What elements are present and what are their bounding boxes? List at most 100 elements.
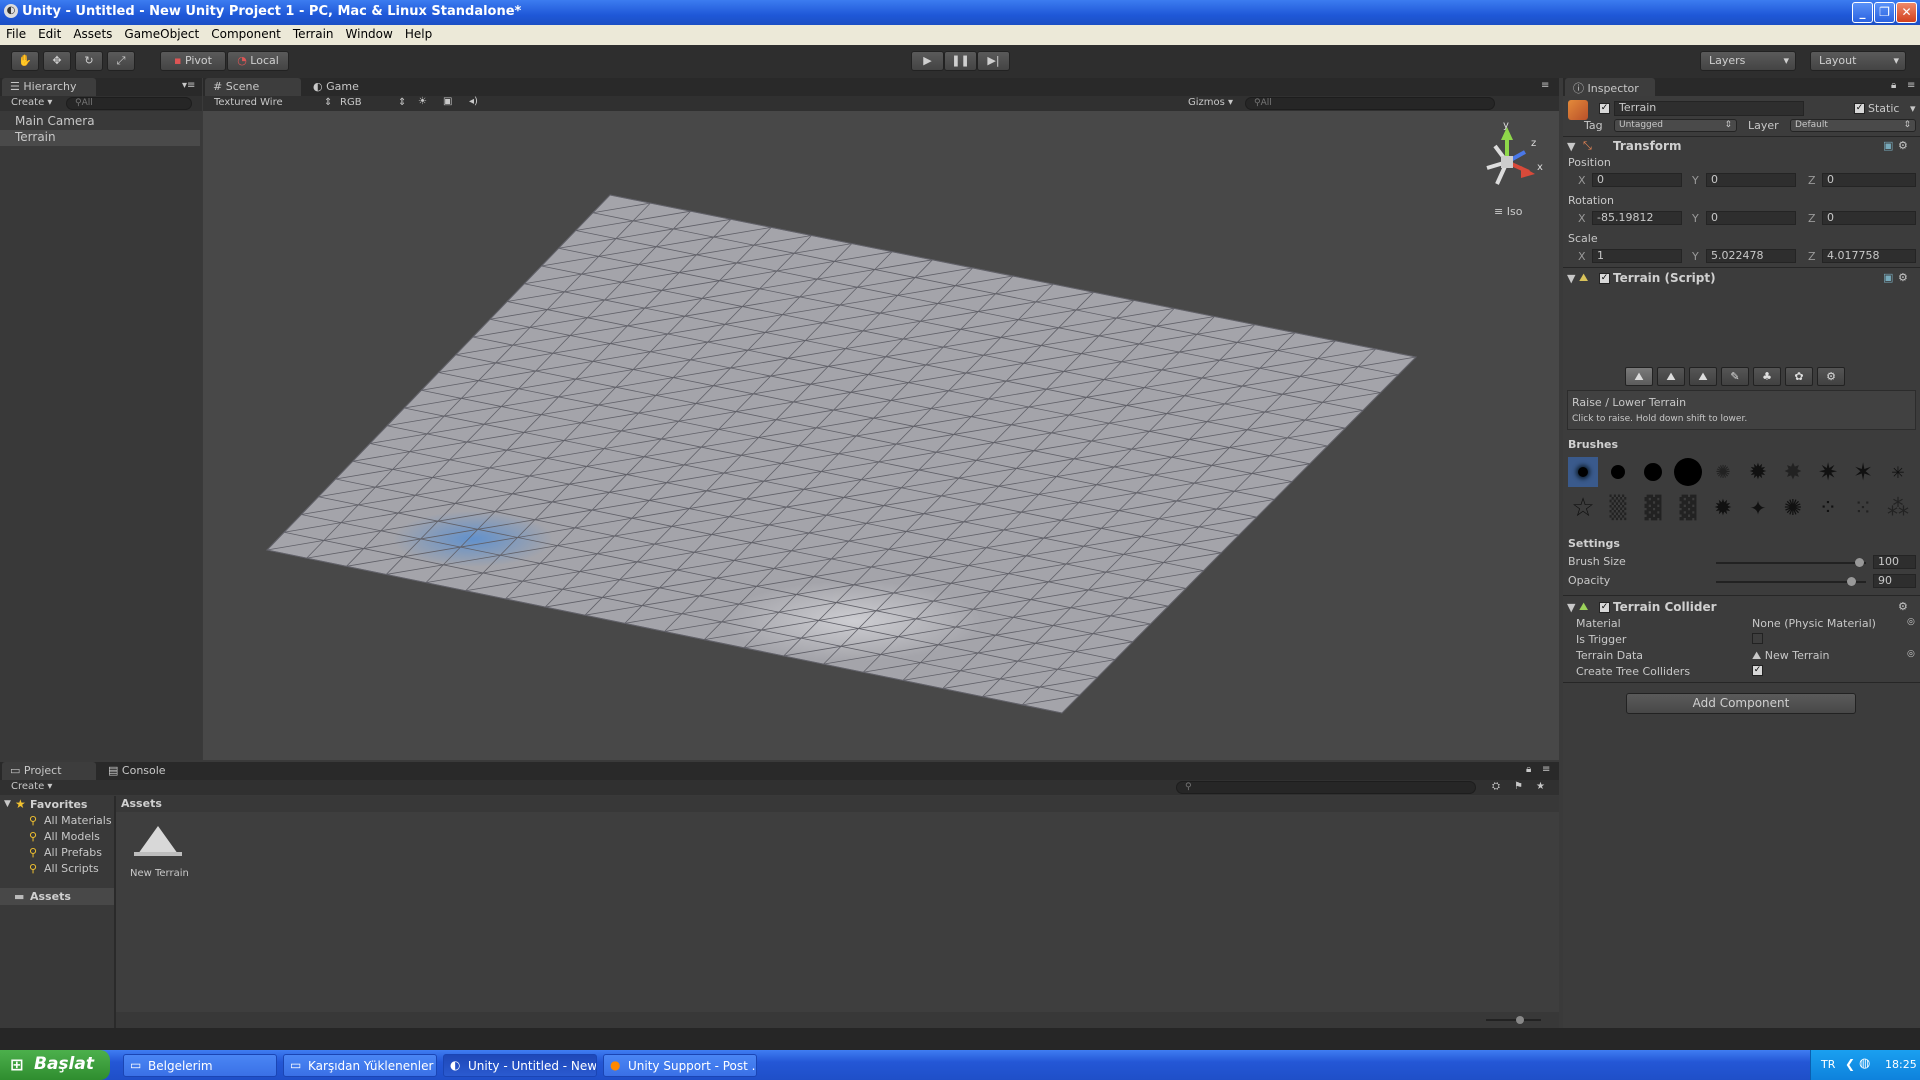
static-checkbox[interactable]: ✓ — [1854, 103, 1865, 114]
is-trigger-checkbox[interactable] — [1752, 633, 1763, 644]
favorites-label[interactable]: Favorites — [30, 798, 87, 811]
hierarchy-search-input[interactable]: ⚲All — [66, 97, 192, 110]
brush-round-medium[interactable] — [1638, 457, 1668, 487]
menu-edit[interactable]: Edit — [32, 25, 67, 41]
static-dropdown-icon[interactable]: ▾ — [1910, 102, 1916, 115]
tab-scene[interactable]: # Scene — [205, 78, 301, 96]
smooth-height-tool-button[interactable]: ⛰ — [1689, 367, 1717, 386]
brush-grass-2[interactable]: ▓ — [1638, 493, 1668, 523]
brush-noise-3[interactable]: ✶ — [1848, 457, 1878, 487]
menu-gameobject[interactable]: GameObject — [118, 25, 205, 41]
tag-dropdown[interactable]: Untagged ⇕ — [1614, 119, 1737, 132]
step-button[interactable]: ▶| — [977, 51, 1010, 71]
brush-grass-3[interactable]: ▓ — [1673, 493, 1703, 523]
terrain-mesh[interactable] — [203, 111, 1559, 760]
rotation-y-field[interactable]: 0 — [1706, 211, 1796, 225]
taskbar-firefox[interactable]: ● Unity Support - Post ... — [603, 1054, 757, 1077]
gear-icon[interactable]: ⚙ — [1898, 139, 1908, 152]
brush-noise-1[interactable]: ✸ — [1778, 457, 1808, 487]
brush-size-slider[interactable] — [1716, 558, 1866, 567]
project-create-button[interactable]: Create ▾ — [11, 781, 52, 792]
scale-y-field[interactable]: 5.022478 — [1706, 249, 1796, 263]
lock-icon[interactable]: 🔒︎ — [1891, 80, 1896, 91]
paint-texture-tool-button[interactable]: ✎ — [1721, 367, 1749, 386]
pause-button[interactable]: ❚❚ — [944, 51, 977, 71]
add-component-button[interactable]: Add Component — [1626, 693, 1856, 714]
panel-menu-icon[interactable]: ≡ — [1541, 80, 1549, 91]
assets-folder-row[interactable]: ▬ Assets — [0, 888, 114, 905]
taskbar-belgelerim[interactable]: ▭ Belgelerim — [123, 1054, 277, 1077]
brush-round-large[interactable] — [1673, 457, 1703, 487]
menu-file[interactable]: File — [0, 25, 32, 41]
position-x-field[interactable]: 0 — [1592, 173, 1682, 187]
scene-search-input[interactable]: ⚲All — [1245, 97, 1495, 110]
favorite-all-scripts[interactable]: All Scripts — [44, 862, 99, 875]
play-button[interactable]: ▶ — [911, 51, 944, 71]
gizmos-dropdown[interactable]: Gizmos ▾ — [1188, 97, 1233, 108]
local-toggle[interactable]: ◔ Local — [227, 51, 289, 71]
taskbar-downloads[interactable]: ▭ Karşıdan Yüklenenler — [283, 1054, 437, 1077]
brush-star-small[interactable]: ✳ — [1883, 457, 1913, 487]
terrain-script-enabled-checkbox[interactable]: ✓ — [1599, 273, 1610, 284]
brush-grass-1[interactable]: ▒ — [1603, 493, 1633, 523]
favorite-all-prefabs[interactable]: All Prefabs — [44, 846, 102, 859]
project-search-input[interactable]: ⚲ — [1176, 781, 1476, 794]
layer-dropdown[interactable]: Default ⇕ — [1790, 119, 1916, 132]
menu-assets[interactable]: Assets — [67, 25, 118, 41]
filter-by-type-icon[interactable]: ⛭ — [1492, 781, 1500, 792]
maximize-button[interactable]: ❐ — [1874, 2, 1895, 23]
tab-hierarchy[interactable]: ☰ Hierarchy — [2, 78, 96, 96]
rotate-tool-button[interactable]: ↻ — [75, 51, 103, 71]
tab-game[interactable]: ◐ Game — [305, 78, 395, 96]
opacity-field[interactable]: 90 — [1873, 574, 1916, 588]
object-name-field[interactable]: Terrain — [1614, 101, 1804, 116]
rotation-z-field[interactable]: 0 — [1822, 211, 1916, 225]
foldout-arrow-icon[interactable]: ▼ — [4, 799, 11, 809]
tab-console[interactable]: ▤ Console — [100, 762, 190, 780]
layers-dropdown[interactable]: Layers ▾ — [1700, 51, 1796, 71]
brush-blob-2[interactable]: ✦ — [1743, 493, 1773, 523]
menu-component[interactable]: Component — [205, 25, 287, 41]
opacity-slider[interactable] — [1716, 577, 1866, 586]
position-y-field[interactable]: 0 — [1706, 173, 1796, 187]
paint-details-tool-button[interactable]: ✿ — [1785, 367, 1813, 386]
hierarchy-create-button[interactable]: Create ▾ — [11, 97, 52, 108]
tab-project[interactable]: ▭ Project — [2, 762, 96, 780]
favorite-all-models[interactable]: All Models — [44, 830, 100, 843]
filter-by-label-icon[interactable]: ⚑ — [1514, 781, 1523, 792]
create-tree-colliders-checkbox[interactable]: ✓ — [1752, 665, 1763, 676]
brush-round-small[interactable] — [1603, 457, 1633, 487]
scene-gizmo[interactable]: y z x — [1473, 120, 1543, 202]
opacity-slider-thumb[interactable] — [1847, 577, 1856, 586]
favorite-star-icon[interactable]: ★ — [1536, 781, 1545, 792]
icon-size-slider-thumb[interactable] — [1516, 1016, 1524, 1024]
favorite-all-materials[interactable]: All Materials — [44, 814, 112, 827]
icon-size-slider[interactable] — [1486, 1016, 1541, 1024]
brush-splat-1[interactable]: ✺ — [1708, 457, 1738, 487]
scene-fx-toggle[interactable]: ▣ — [443, 96, 452, 107]
panel-menu-icon[interactable]: ▾≡ — [182, 80, 195, 91]
brush-speckle-1[interactable]: ⁙ — [1848, 493, 1878, 523]
tray-arrow-icon[interactable]: ❮ — [1845, 1057, 1855, 1071]
gear-icon[interactable]: ⚙ — [1898, 271, 1908, 284]
language-indicator[interactable]: TR — [1821, 1058, 1835, 1071]
brush-speckle-2[interactable]: ⁂ — [1883, 493, 1913, 523]
brush-soft-small[interactable] — [1568, 457, 1598, 487]
material-field[interactable]: None (Physic Material) — [1752, 617, 1876, 630]
pivot-toggle[interactable]: ▪ Pivot — [160, 51, 226, 71]
scale-tool-button[interactable]: ⤢ — [107, 51, 135, 71]
menu-terrain[interactable]: Terrain — [287, 25, 340, 41]
brush-star-outline[interactable]: ☆ — [1568, 493, 1598, 523]
move-tool-button[interactable]: ✥ — [43, 51, 71, 71]
hand-tool-button[interactable]: ✋ — [11, 51, 39, 71]
terrain-collider-enabled-checkbox[interactable]: ✓ — [1599, 602, 1610, 613]
brush-splat-2[interactable]: ✹ — [1743, 457, 1773, 487]
close-button[interactable]: ✕ — [1896, 2, 1917, 23]
minimize-button[interactable]: _ — [1852, 2, 1873, 23]
color-mode-dropdown[interactable]: RGB ⇕ — [340, 97, 410, 108]
position-z-field[interactable]: 0 — [1822, 173, 1916, 187]
scale-z-field[interactable]: 4.017758 — [1822, 249, 1916, 263]
brush-splat-3[interactable]: ✺ — [1778, 493, 1808, 523]
scale-x-field[interactable]: 1 — [1592, 249, 1682, 263]
object-picker-icon[interactable]: ◎ — [1907, 649, 1915, 659]
